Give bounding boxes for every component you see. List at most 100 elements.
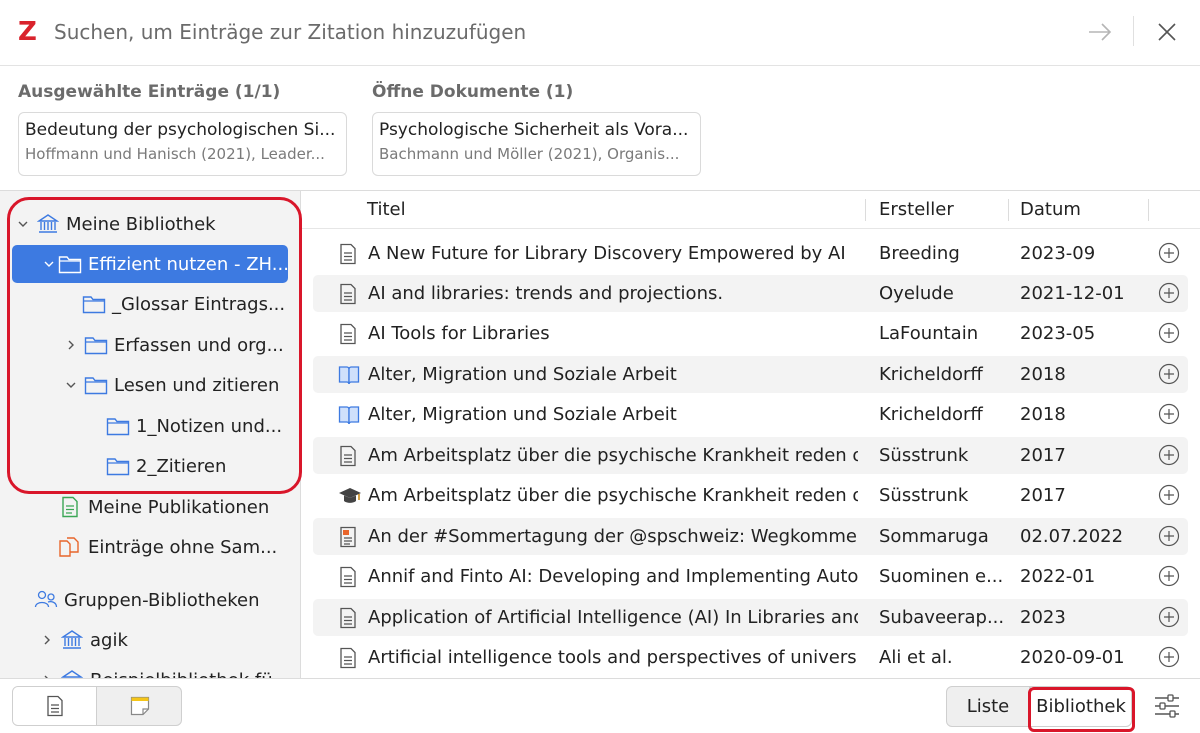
add-item-icon[interactable]	[1158, 525, 1180, 547]
bottom-bar: Liste Bibliothek	[0, 678, 1200, 733]
open-documents-heading: Öffne Dokumente (1)	[372, 82, 574, 102]
table-row[interactable]: Alter, Migration und Soziale Arbeit Kric…	[313, 356, 1188, 393]
table-row[interactable]: Am Arbeitsplatz über die psychische Kran…	[313, 437, 1188, 474]
item-creator: Sommaruga	[879, 526, 989, 547]
table-row[interactable]: AI and libraries: trends and projections…	[313, 275, 1188, 312]
library-icon	[60, 629, 84, 651]
item-title: AI and libraries: trends and projections…	[368, 283, 724, 304]
bubble-title: Bedeutung der psychologischen Si...	[25, 120, 336, 140]
item-date: 2022-01	[1020, 566, 1096, 587]
book-icon	[338, 404, 360, 426]
add-item-icon[interactable]	[1158, 444, 1180, 466]
item-creator: Oyelude	[879, 283, 954, 304]
tree-item-label: Meine Publikationen	[88, 496, 270, 518]
sliders-icon	[1155, 694, 1179, 718]
table-row[interactable]: Am Arbeitsplatz über die psychische Kran…	[313, 477, 1188, 514]
unfiled-icon	[58, 536, 82, 558]
arrow-right-icon	[1089, 23, 1112, 41]
selected-item-bubble[interactable]: Bedeutung der psychologischen Si... Hoff…	[18, 112, 347, 176]
item-date: 2023-09	[1020, 243, 1096, 264]
settings-button[interactable]	[1152, 691, 1182, 721]
add-item-icon[interactable]	[1158, 403, 1180, 425]
bubble-title: Psychologische Sicherheit als Vora...	[379, 120, 689, 140]
item-title: Alter, Migration und Soziale Arbeit	[368, 404, 677, 425]
item-date: 2018	[1020, 364, 1066, 385]
item-creator: Süsstrunk	[879, 445, 969, 466]
add-item-icon[interactable]	[1158, 606, 1180, 628]
table-row[interactable]: Annif and Finto AI: Developing and Imple…	[313, 558, 1188, 595]
book-icon	[338, 364, 360, 386]
divider	[1133, 16, 1134, 46]
item-creator: Süsstrunk	[879, 485, 969, 506]
table-row[interactable]: Artificial intelligence tools and perspe…	[313, 639, 1188, 676]
items-pane-button[interactable]	[13, 687, 97, 725]
selected-items-heading: Ausgewählte Einträge (1/1)	[18, 82, 281, 102]
tree-item-unfiled[interactable]: Einträge ohne Sam...	[58, 528, 294, 566]
document-icon	[338, 243, 358, 265]
note-icon	[130, 696, 150, 716]
item-date: 2018	[1020, 404, 1066, 425]
tree-item-group-libraries: Gruppen-Bibliotheken	[34, 581, 294, 619]
thesis-icon	[338, 485, 361, 507]
close-button[interactable]	[1153, 18, 1181, 46]
column-header-title[interactable]: Titel	[367, 199, 406, 220]
items-table: Titel Ersteller Datum A New Future for L…	[302, 191, 1200, 678]
table-row[interactable]: AI Tools for Libraries LaFountain 2023-0…	[313, 315, 1188, 352]
item-date: 2020-09-01	[1020, 647, 1125, 668]
tree-item-beispielbibliothek[interactable]: Beispielbibliothek fü...	[38, 661, 294, 678]
notes-pane-button[interactable]	[98, 687, 181, 725]
add-item-icon[interactable]	[1158, 363, 1180, 385]
column-divider[interactable]	[1148, 199, 1149, 221]
bubble-subtitle: Bachmann und Möller (2021), Organis...	[379, 145, 680, 163]
add-item-icon[interactable]	[1158, 282, 1180, 304]
item-creator: Subaveerap...	[879, 607, 1005, 628]
post-icon	[338, 526, 358, 548]
item-title: An der #Sommertagung der @spschweiz: Weg…	[368, 526, 858, 547]
tree-highlight-annotation	[7, 197, 302, 494]
add-item-icon[interactable]	[1158, 565, 1180, 587]
table-row[interactable]: An der #Sommertagung der @spschweiz: Weg…	[313, 518, 1188, 555]
column-divider[interactable]	[865, 199, 866, 221]
bubble-subtitle: Hoffmann und Hanisch (2021), Leader...	[25, 145, 325, 163]
chevron-right-icon[interactable]	[38, 671, 56, 678]
item-title: Alter, Migration und Soziale Arbeit	[368, 364, 677, 385]
item-date: 2017	[1020, 485, 1066, 506]
add-item-icon[interactable]	[1158, 646, 1180, 668]
accept-arrow-button[interactable]	[1086, 18, 1114, 46]
column-divider[interactable]	[1008, 199, 1009, 221]
item-creator: Kricheldorff	[879, 364, 983, 385]
list-mode-button[interactable]: Liste	[946, 686, 1030, 727]
item-creator: Ali et al.	[879, 647, 953, 668]
table-row[interactable]: Alter, Migration und Soziale Arbeit Kric…	[313, 396, 1188, 433]
search-input[interactable]	[54, 16, 1054, 48]
groups-icon	[34, 589, 58, 611]
item-title: A New Future for Library Discovery Empow…	[368, 243, 846, 264]
chevron-right-icon[interactable]	[38, 631, 56, 649]
add-item-icon[interactable]	[1158, 484, 1180, 506]
publications-icon	[58, 496, 82, 518]
tree-item-agik[interactable]: agik	[38, 621, 294, 659]
document-icon	[338, 647, 358, 669]
item-creator: Breeding	[879, 243, 960, 264]
item-title: Annif and Finto AI: Developing and Imple…	[368, 566, 858, 587]
document-icon	[338, 607, 358, 629]
search-bar: Z	[0, 0, 1200, 66]
pane-toggle	[12, 686, 182, 726]
open-document-bubble[interactable]: Psychologische Sicherheit als Vora... Ba…	[372, 112, 701, 176]
document-icon	[46, 695, 63, 717]
item-creator: Suominen e...	[879, 566, 1004, 587]
add-item-icon[interactable]	[1158, 242, 1180, 264]
table-row[interactable]: A New Future for Library Discovery Empow…	[313, 235, 1188, 272]
item-date: 2023-05	[1020, 323, 1096, 344]
column-header-date[interactable]: Datum	[1020, 199, 1081, 220]
item-title: AI Tools for Libraries	[368, 323, 550, 344]
item-title: Application of Artificial Intelligence (…	[368, 607, 858, 628]
item-title: Am Arbeitsplatz über die psychische Kran…	[368, 485, 858, 506]
zotero-logo: Z	[18, 17, 37, 47]
table-row[interactable]: Application of Artificial Intelligence (…	[313, 599, 1188, 636]
item-title: Artificial intelligence tools and perspe…	[368, 647, 858, 668]
document-icon	[338, 566, 358, 588]
column-header-creator[interactable]: Ersteller	[879, 199, 954, 220]
item-title: Am Arbeitsplatz über die psychische Kran…	[368, 445, 858, 466]
add-item-icon[interactable]	[1158, 322, 1180, 344]
